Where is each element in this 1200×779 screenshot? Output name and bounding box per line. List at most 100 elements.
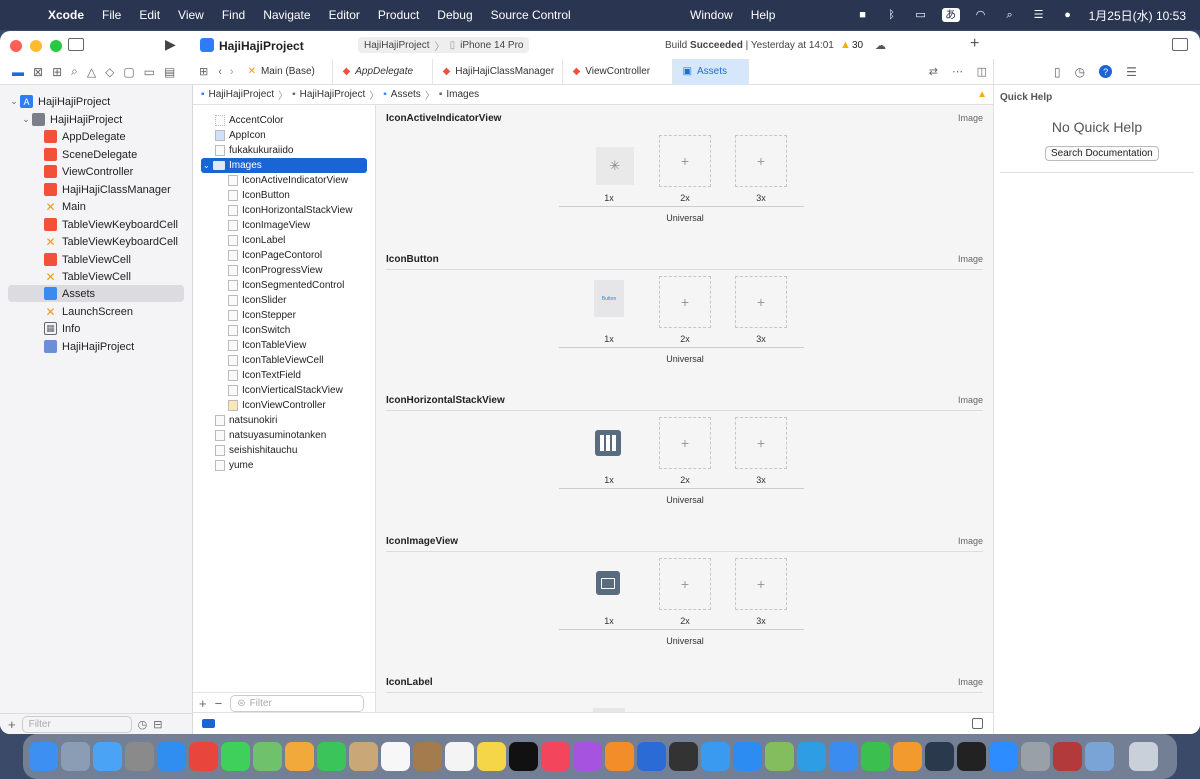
breadcrumb-item[interactable]: Assets <box>391 89 421 100</box>
finder-icon[interactable] <box>29 742 58 771</box>
preview-icon[interactable] <box>1085 742 1114 771</box>
related-items-icon[interactable]: ⇄ <box>929 65 938 78</box>
notes-icon[interactable] <box>477 742 506 771</box>
facetime-icon[interactable] <box>317 742 346 771</box>
navigator-item[interactable]: ✕ LaunchScreen <box>44 303 132 320</box>
navigator-item[interactable]: ViewController <box>44 163 133 180</box>
asset-item[interactable]: IconPageContorol <box>228 248 322 263</box>
menu-debug[interactable]: Debug <box>437 8 472 22</box>
dictionary-icon[interactable] <box>1021 742 1050 771</box>
run-button-icon[interactable]: ▶ <box>165 36 176 53</box>
image-slot-1x[interactable] <box>596 571 620 595</box>
terminal-icon[interactable] <box>957 742 986 771</box>
sidebar-toggle-icon[interactable] <box>68 38 84 51</box>
report-navigator-icon[interactable]: ▤ <box>164 65 175 79</box>
asset-item[interactable]: IconTextField <box>228 368 301 383</box>
instruments-icon[interactable] <box>669 742 698 771</box>
project-navigator-icon[interactable]: ▬ <box>12 65 24 79</box>
breakpoint-navigator-icon[interactable]: ▭ <box>144 65 155 79</box>
image-slot-2x[interactable]: + <box>659 276 711 328</box>
find-navigator-icon[interactable]: ⌕ <box>71 64 78 79</box>
battery-icon[interactable]: ▭ <box>913 9 929 21</box>
spotlight-search-icon[interactable]: ⌕ <box>1002 9 1018 21</box>
warning-count[interactable]: 30 <box>852 40 863 51</box>
navigator-item[interactable]: TableViewCell <box>44 251 131 268</box>
image-set[interactable]: IconHorizontalStackView Image + + 1x 2x … <box>376 387 993 528</box>
asset-item[interactable]: IconViewController <box>228 398 326 413</box>
vscode-icon[interactable] <box>797 742 826 771</box>
bluetooth-icon[interactable]: ᛒ <box>884 9 900 21</box>
navigator-item[interactable]: ✕ Main <box>44 198 85 215</box>
run-destination[interactable]: iPhone 14 Pro <box>460 40 523 51</box>
search-documentation-button[interactable]: Search Documentation <box>1045 146 1159 161</box>
issue-navigator-icon[interactable]: △ <box>87 65 96 79</box>
asset-item[interactable]: natsuyasuminotanken <box>215 428 326 443</box>
photos-icon[interactable] <box>285 742 314 771</box>
control-center-icon[interactable]: ☰ <box>1031 9 1047 21</box>
symbol-navigator-icon[interactable]: ⊞ <box>52 65 62 79</box>
asset-item[interactable]: IconTableViewCell <box>228 353 324 368</box>
keynote-icon[interactable] <box>829 742 858 771</box>
back-arrow-icon[interactable]: ‹ <box>214 66 226 78</box>
asset-item[interactable]: IconLabel <box>228 233 285 248</box>
tab-appdelegate[interactable]: ◆ AppDelegate <box>333 58 433 85</box>
chevron-down-icon[interactable]: ⌄ <box>203 161 213 170</box>
menu-help[interactable]: Help <box>751 8 776 22</box>
menu-window[interactable]: Window <box>690 8 733 22</box>
reminders-icon[interactable] <box>445 742 474 771</box>
image-slot-2x[interactable]: + <box>659 558 711 610</box>
navigator-item[interactable]: TableViewKeyboardCell <box>44 216 178 233</box>
grid-icon[interactable]: ⊞ <box>193 65 214 78</box>
split-editor-icon[interactable]: ◫ <box>977 65 987 78</box>
image-slot-3x[interactable]: + <box>735 417 787 469</box>
simulator-icon[interactable] <box>701 742 730 771</box>
attributes-inspector-icon[interactable]: ☰ <box>1126 65 1137 79</box>
image-slot-3x[interactable]: + <box>735 135 787 187</box>
menu-edit[interactable]: Edit <box>139 8 160 22</box>
mail-icon[interactable] <box>93 742 122 771</box>
script-editor-icon[interactable] <box>765 742 794 771</box>
cloud-status-icon[interactable]: ☁ <box>875 39 886 52</box>
paint-icon[interactable] <box>925 742 954 771</box>
pages-icon[interactable] <box>893 742 922 771</box>
menu-source-control[interactable]: Source Control <box>491 8 571 22</box>
navigator-item[interactable]: ▦ Info <box>44 320 80 337</box>
notebook-icon[interactable] <box>413 742 442 771</box>
chevron-down-icon[interactable]: ⌄ <box>8 96 20 107</box>
quick-help-icon[interactable]: ? <box>1099 65 1113 78</box>
asset-item[interactable]: IconSwitch <box>228 323 290 338</box>
add-library-icon[interactable]: + <box>970 35 979 53</box>
image-slot-1x[interactable]: ✳ <box>596 147 634 185</box>
image-set[interactable]: IconLabel Image <box>376 669 993 712</box>
menu-find[interactable]: Find <box>222 8 245 22</box>
image-set[interactable]: IconButton Image Button + + 1x 2x 3x Uni… <box>376 246 993 387</box>
numbers-icon[interactable] <box>861 742 890 771</box>
recent-files-icon[interactable]: ◷ <box>138 718 148 731</box>
asset-item[interactable]: AccentColor <box>215 113 283 128</box>
tab-viewcontroller[interactable]: ◆ ViewController <box>563 58 673 85</box>
image-slot-1x[interactable]: Button <box>594 280 624 317</box>
xcode-icon[interactable] <box>637 742 666 771</box>
asset-item[interactable]: IconActiveIndicatorView <box>228 173 348 188</box>
scheme-selector[interactable]: HajiHajiProject 〉 ▯ iPhone 14 Pro <box>358 37 530 53</box>
asset-item[interactable]: IconImageView <box>228 218 310 233</box>
launchpad-icon[interactable] <box>61 742 90 771</box>
breadcrumb-item[interactable]: HajiHajiProject <box>209 89 275 100</box>
source-control-navigator-icon[interactable]: ⊠ <box>33 65 43 79</box>
chrome-icon[interactable] <box>189 742 218 771</box>
test-navigator-icon[interactable]: ◇ <box>105 65 114 79</box>
image-set[interactable]: IconImageView Image + + 1x 2x 3x Univers… <box>376 528 993 669</box>
image-slot-1x[interactable] <box>595 430 621 456</box>
asset-item[interactable]: IconStepper <box>228 308 296 323</box>
podcasts-icon[interactable] <box>573 742 602 771</box>
asset-item[interactable]: seishishitauchu <box>215 443 297 458</box>
maps-icon[interactable] <box>253 742 282 771</box>
camera-icon[interactable]: ■ <box>855 9 871 21</box>
asset-folder-selected[interactable]: ⌄ Images <box>201 158 367 173</box>
menu-file[interactable]: File <box>102 8 121 22</box>
editor-options-icon[interactable]: ⋯ <box>952 65 963 78</box>
image-slot-3x[interactable]: + <box>735 558 787 610</box>
add-asset-icon[interactable]: + <box>199 696 207 711</box>
navigator-item[interactable]: SceneDelegate <box>44 146 137 163</box>
issue-nav-icon[interactable]: ▲ <box>977 89 987 100</box>
